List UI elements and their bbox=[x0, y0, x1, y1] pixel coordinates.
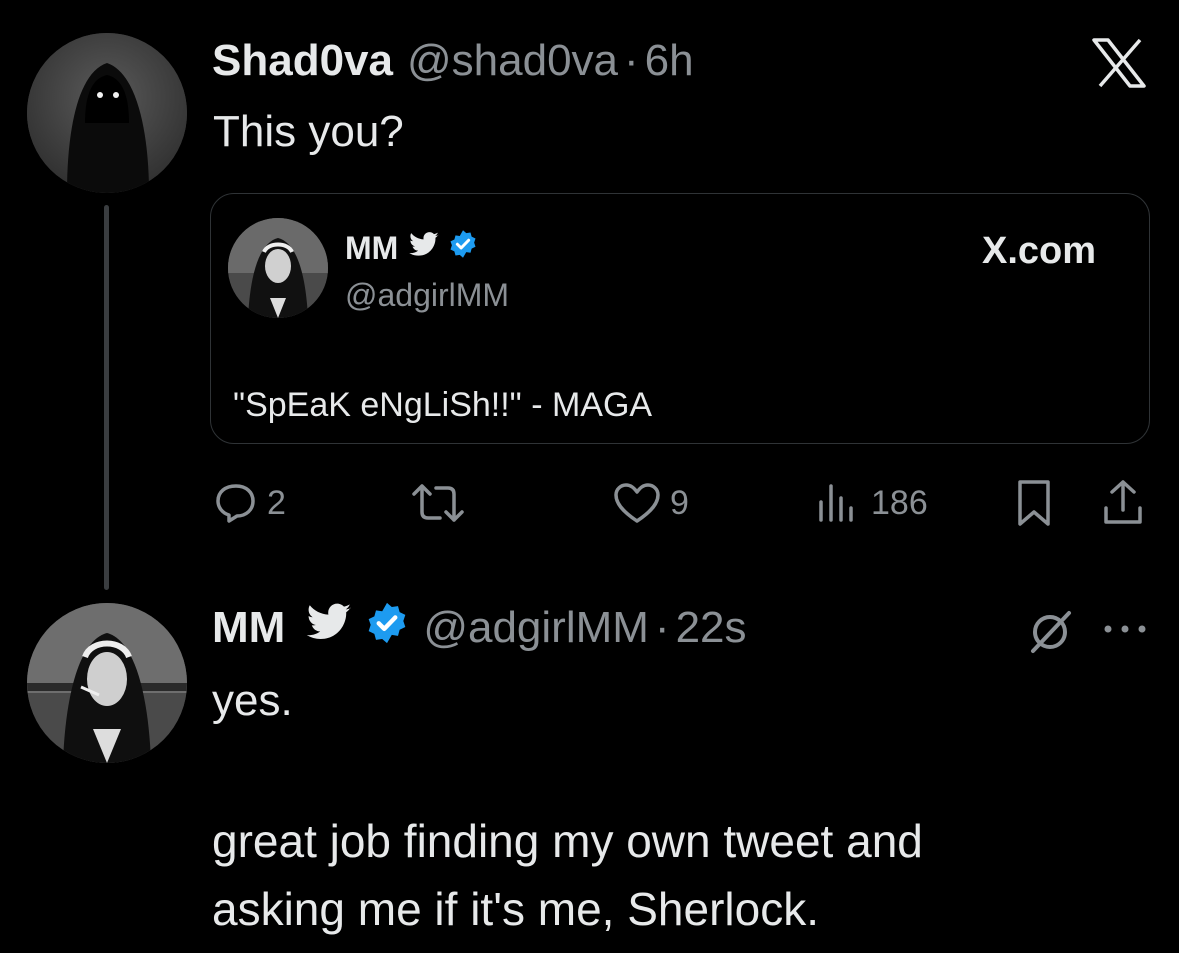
tweet2-handle[interactable]: @adgirlMM bbox=[423, 603, 649, 653]
heart-icon bbox=[614, 483, 660, 523]
tweet1-header: Shad0va @shad0va · 6h bbox=[212, 36, 694, 86]
bird-icon bbox=[408, 230, 440, 267]
views-count: 186 bbox=[871, 483, 928, 522]
tweet2-separator: · bbox=[654, 603, 670, 652]
quote-avatar[interactable] bbox=[228, 218, 328, 318]
quote-text: "SpEaK eNgLiSh!!" - MAGA bbox=[233, 386, 653, 424]
like-button[interactable]: 9 bbox=[612, 480, 689, 526]
nun-portrait-image bbox=[228, 218, 328, 318]
grok-icon[interactable] bbox=[1025, 607, 1075, 662]
bird-icon bbox=[305, 603, 353, 654]
x-logo-icon[interactable] bbox=[1092, 38, 1146, 93]
like-count: 9 bbox=[670, 483, 689, 522]
quote-display-name[interactable]: MM bbox=[345, 230, 398, 267]
more-options-icon[interactable] bbox=[1102, 622, 1148, 641]
reply-count: 2 bbox=[267, 483, 286, 522]
tweet1-text: This you? bbox=[213, 107, 404, 156]
verified-badge-icon bbox=[365, 601, 409, 656]
reply-icon bbox=[216, 484, 255, 523]
quote-source[interactable]: X.com bbox=[982, 230, 1096, 273]
tweet2-header: MM @adgirlMM · 22s bbox=[212, 601, 747, 656]
tweet2-text-line3: asking me if it's me, Sherlock. bbox=[212, 883, 819, 935]
retweet-button[interactable] bbox=[410, 480, 466, 526]
quote-header: MM bbox=[345, 228, 478, 268]
tweet2-text-line2: great job finding my own tweet and bbox=[212, 815, 923, 867]
tweet2-text-line1: yes. bbox=[212, 676, 293, 725]
verified-badge-icon bbox=[448, 229, 478, 267]
share-button[interactable] bbox=[1100, 478, 1146, 528]
shad0va-avatar[interactable] bbox=[27, 33, 187, 193]
reply-button[interactable]: 2 bbox=[213, 480, 286, 526]
tweet1-handle[interactable]: @shad0va bbox=[407, 36, 618, 86]
tweet1-time[interactable]: 6h bbox=[645, 36, 694, 86]
quote-handle[interactable]: @adgirlMM bbox=[345, 277, 509, 314]
tweet1-display-name[interactable]: Shad0va bbox=[212, 36, 393, 86]
tweet2-time[interactable]: 22s bbox=[676, 603, 747, 653]
views-icon bbox=[819, 484, 853, 522]
tweet2-display-name[interactable]: MM bbox=[212, 603, 285, 653]
tweet1-separator: · bbox=[624, 36, 639, 85]
hooded-figure-image bbox=[27, 33, 187, 193]
mm-avatar[interactable] bbox=[27, 603, 187, 763]
share-icon bbox=[1104, 480, 1142, 524]
bookmark-icon bbox=[1018, 480, 1050, 526]
views-button[interactable]: 186 bbox=[815, 480, 928, 526]
nun-portrait-image bbox=[27, 603, 187, 763]
thread-connector-line bbox=[104, 205, 109, 590]
bookmark-button[interactable] bbox=[1014, 478, 1054, 528]
retweet-icon bbox=[412, 484, 464, 522]
